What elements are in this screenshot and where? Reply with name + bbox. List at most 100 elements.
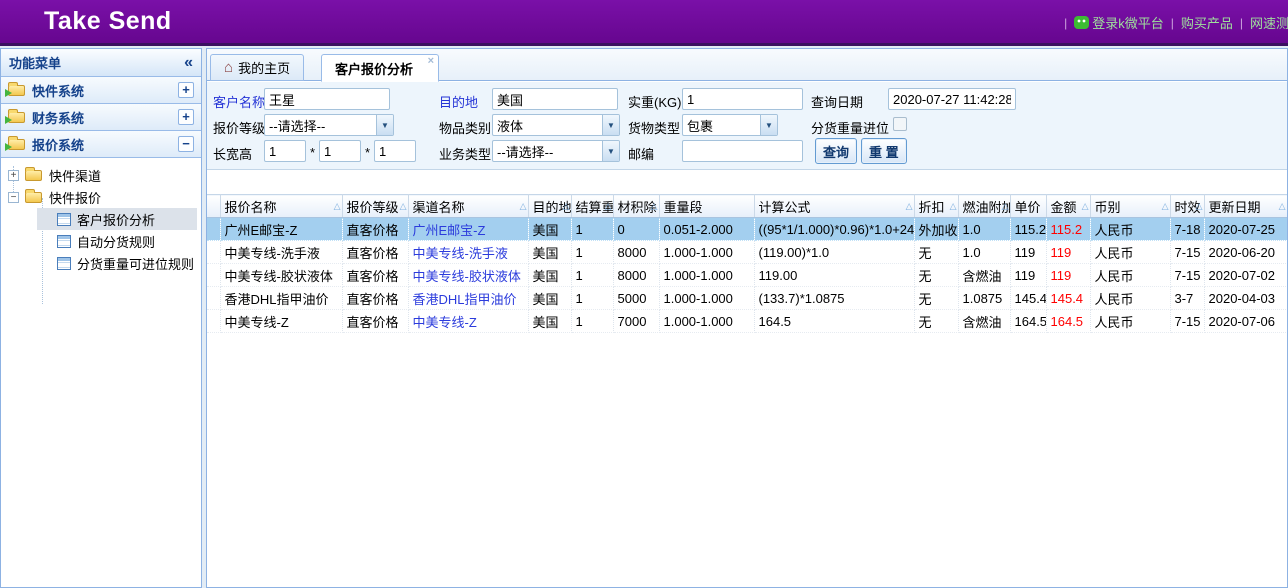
table-row[interactable]: 中美专线-洗手液直客价格中美专线-洗手液美国180001.000-1.000(1… (207, 241, 1287, 264)
column-header-settlement-weight[interactable]: 结算重△ (571, 195, 613, 218)
destination-input[interactable] (492, 88, 618, 110)
cell-update-date: 2020-04-03 (1204, 287, 1287, 310)
cell-destination: 美国 (528, 310, 571, 333)
collapse-minus-icon[interactable]: − (178, 136, 194, 152)
cell-amount: 115.2 (1046, 218, 1090, 241)
sidebar-item-express-system[interactable]: 快件系统 + (1, 77, 201, 104)
speed-test-link[interactable]: 网速测试 (1250, 13, 1288, 32)
cell-transit-time: 7-18 (1170, 218, 1204, 241)
tree-item-express-quote[interactable]: − 快件报价 (1, 186, 201, 208)
width-input[interactable] (319, 140, 361, 162)
table-row[interactable]: 香港DHL指甲油价直客价格香港DHL指甲油价美国150001.000-1.000… (207, 287, 1287, 310)
column-header-fuel-surcharge[interactable]: 燃油附加△ (958, 195, 1010, 218)
cell-quote-level: 直客价格 (342, 264, 408, 287)
cell-fuel-surcharge: 含燃油 (958, 264, 1010, 287)
expand-plus-icon[interactable]: + (8, 170, 19, 181)
top-links: | 登录k微平台 | 购买产品 | 网速测试 (1057, 13, 1288, 32)
actual-weight-input[interactable] (682, 88, 803, 110)
cell-settlement-weight: 1 (571, 287, 613, 310)
tab-customer-quote-analysis[interactable]: 客户报价分析 × (321, 54, 439, 82)
length-input[interactable] (264, 140, 306, 162)
collapse-sidebar-icon[interactable]: « (184, 56, 193, 70)
cell-destination: 美国 (528, 264, 571, 287)
folder-icon (8, 85, 25, 96)
zip-code-label: 邮编 (628, 144, 654, 163)
column-header-unit-price[interactable]: 单价 (1010, 195, 1046, 218)
column-header-currency[interactable]: 币别△ (1090, 195, 1170, 218)
table-row[interactable]: 中美专线-胶状液体直客价格中美专线-胶状液体美国180001.000-1.000… (207, 264, 1287, 287)
column-header-transit-time[interactable]: 时效△ (1170, 195, 1204, 218)
collapse-minus-icon[interactable]: − (8, 192, 19, 203)
column-header-channel-name[interactable]: 渠道名称△ (408, 195, 528, 218)
cell-weight-range: 1.000-1.000 (659, 310, 754, 333)
item-type-select[interactable]: 液体 ▼ (492, 114, 620, 136)
cell-fuel-surcharge: 含燃油 (958, 310, 1010, 333)
column-header-weight-range[interactable]: 重量段 (659, 195, 754, 218)
table-row[interactable]: 广州E邮宝-Z直客价格广州E邮宝-Z美国100.051-2.000((95*1/… (207, 218, 1287, 241)
column-header-quote-name[interactable]: 报价名称△ (220, 195, 342, 218)
column-header-formula[interactable]: 计算公式△ (754, 195, 914, 218)
cell-discount: 无 (914, 310, 958, 333)
column-header-update-date[interactable]: 更新日期△ (1204, 195, 1287, 218)
sort-asc-icon: △ (651, 202, 658, 211)
channel-link[interactable]: 中美专线-Z (408, 310, 528, 333)
column-header-volume-divisor[interactable]: 材积除△ (613, 195, 659, 218)
cargo-type-label: 货物类型 (628, 118, 680, 137)
cell-weight-range: 1.000-1.000 (659, 241, 754, 264)
split-weight-carry-label: 分货重量进位 (811, 118, 889, 137)
channel-link[interactable]: 香港DHL指甲油价 (408, 287, 528, 310)
asterisk-separator: * (365, 145, 370, 160)
column-header-quote-level[interactable]: 报价等级△ (342, 195, 408, 218)
cell-settlement-weight: 1 (571, 310, 613, 333)
tree-item-express-channel[interactable]: + 快件渠道 (1, 164, 201, 186)
expand-plus-icon[interactable]: + (178, 82, 194, 98)
cell-destination: 美国 (528, 241, 571, 264)
folder-icon (8, 112, 25, 123)
app-logo: Take Send (44, 7, 172, 36)
channel-link[interactable]: 广州E邮宝-Z (408, 218, 528, 241)
cargo-type-select[interactable]: 包裹 ▼ (682, 114, 778, 136)
link-separator: | (1240, 16, 1243, 30)
query-date-input[interactable] (888, 88, 1016, 110)
column-header-selector (207, 195, 220, 218)
query-button[interactable]: 查询 (815, 138, 857, 164)
channel-link[interactable]: 中美专线-洗手液 (408, 241, 528, 264)
reset-button[interactable]: 重 置 (861, 138, 907, 164)
cell-selector (207, 218, 220, 241)
tree-item-auto-split-rule[interactable]: 自动分货规则 (37, 230, 197, 252)
cell-discount: 无 (914, 287, 958, 310)
column-header-destination[interactable]: 目的地△ (528, 195, 571, 218)
grid-icon (57, 213, 71, 226)
sort-asc-icon: △ (950, 202, 957, 211)
buy-product-link[interactable]: 购买产品 (1181, 13, 1233, 32)
cell-quote-name: 中美专线-Z (220, 310, 342, 333)
close-tab-icon[interactable]: × (428, 56, 434, 67)
tree-item-split-weight-carry-rule[interactable]: 分货重量可进位规则 (37, 252, 197, 274)
sidebar-item-finance-system[interactable]: 财务系统 + (1, 104, 201, 131)
customer-name-input[interactable] (264, 88, 390, 110)
business-type-select[interactable]: --请选择-- ▼ (492, 140, 620, 162)
actual-weight-label: 实重(KG) (628, 92, 681, 111)
quote-level-select[interactable]: --请选择-- ▼ (264, 114, 394, 136)
tree-item-customer-quote-analysis[interactable]: 客户报价分析 (37, 208, 197, 230)
cell-weight-range: 1.000-1.000 (659, 287, 754, 310)
asterisk-separator: * (310, 145, 315, 160)
table-row[interactable]: 中美专线-Z直客价格中美专线-Z美国170001.000-1.000164.5无… (207, 310, 1287, 333)
results-grid: 报价名称△报价等级△渠道名称△目的地△结算重△材积除△重量段计算公式△折扣△燃油… (207, 194, 1287, 587)
split-weight-carry-checkbox[interactable] (893, 117, 907, 131)
zip-code-input[interactable] (682, 140, 803, 162)
height-input[interactable] (374, 140, 416, 162)
sort-asc-icon: △ (1002, 202, 1009, 211)
channel-link[interactable]: 中美专线-胶状液体 (408, 264, 528, 287)
cell-fuel-surcharge: 1.0 (958, 218, 1010, 241)
expand-plus-icon[interactable]: + (178, 109, 194, 125)
sort-asc-icon: △ (1279, 202, 1286, 211)
sidebar-item-quote-system[interactable]: 报价系统 − (1, 131, 201, 158)
cell-settlement-weight: 1 (571, 218, 613, 241)
column-header-amount[interactable]: 金额△ (1046, 195, 1090, 218)
tab-my-home[interactable]: ⌂ 我的主页 (210, 54, 304, 81)
column-header-discount[interactable]: 折扣△ (914, 195, 958, 218)
folder-icon (25, 170, 42, 181)
cell-volume-divisor: 0 (613, 218, 659, 241)
login-wechat-link[interactable]: 登录k微平台 (1074, 13, 1164, 32)
